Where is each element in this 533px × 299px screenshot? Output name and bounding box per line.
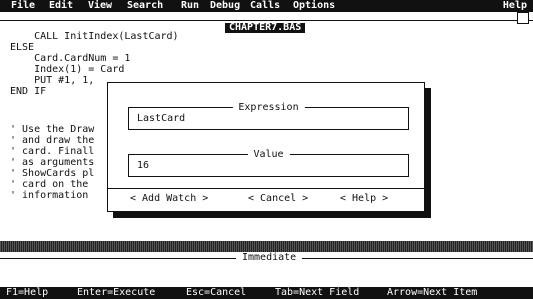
code-line[interactable]: ' card. Finall [10,146,94,157]
code-line[interactable]: PUT #1, 1, [10,75,94,86]
code-line[interactable]: ' Use the Draw [10,124,94,135]
cancel-button[interactable]: < Cancel > [248,193,308,205]
menu-view[interactable]: View [88,0,112,12]
status-bar: F1=Help Enter=Execute Esc=Cancel Tab=Nex… [0,287,533,299]
horizontal-scrollbar[interactable] [0,241,533,252]
menu-help[interactable]: Help [503,0,527,12]
code-line[interactable]: ' and draw the [10,135,94,146]
code-line[interactable]: ELSE [10,42,34,53]
menu-debug[interactable]: Debug [210,0,240,12]
code-line[interactable]: ' ShowCards pl [10,168,94,179]
menu-run[interactable]: Run [181,0,199,12]
status-next-field: Tab=Next Field [275,287,360,298]
editor-title: CHAPTER7.BAS [225,23,306,33]
menu-file[interactable]: File [11,0,35,12]
code-line[interactable]: ' card on the [10,179,88,190]
add-watch-button[interactable]: < Add Watch > [130,193,208,205]
code-line[interactable]: ' information [10,190,88,201]
editor-title-rule [0,20,533,21]
menu-search[interactable]: Search [127,0,163,12]
status-execute: Enter=Execute [77,287,156,298]
status-next-item: Arrow=Next Item [387,287,478,298]
add-watch-dialog: Expression LastCard Value 16 < Add Watch… [107,82,425,212]
code-line[interactable]: Index(1) = Card [10,64,124,75]
status-help: F1=Help [6,287,49,298]
expression-field[interactable]: Expression LastCard [128,102,409,130]
value-field[interactable]: Value 16 [128,149,409,177]
menu-bar: File Edit View Search Run Debug Calls Op… [0,0,533,12]
menu-edit[interactable]: Edit [49,0,73,12]
code-line[interactable]: CALL InitIndex(LastCard) [10,31,179,42]
code-line[interactable]: ' as arguments [10,157,94,168]
status-cancel: Esc=Cancel [186,287,247,298]
maximize-icon[interactable] [517,12,529,24]
menu-calls[interactable]: Calls [250,0,280,12]
value-label: Value [247,149,290,160]
expression-value[interactable]: LastCard [137,113,185,124]
expression-label: Expression [232,102,305,113]
code-line[interactable]: Card.CardNum = 1 [10,53,130,64]
menu-options[interactable]: Options [293,0,335,12]
immediate-window[interactable] [0,262,533,286]
value-value[interactable]: 16 [137,160,149,171]
help-button[interactable]: < Help > [340,193,388,205]
dialog-divider [108,188,424,189]
code-line[interactable]: END IF [10,86,46,97]
